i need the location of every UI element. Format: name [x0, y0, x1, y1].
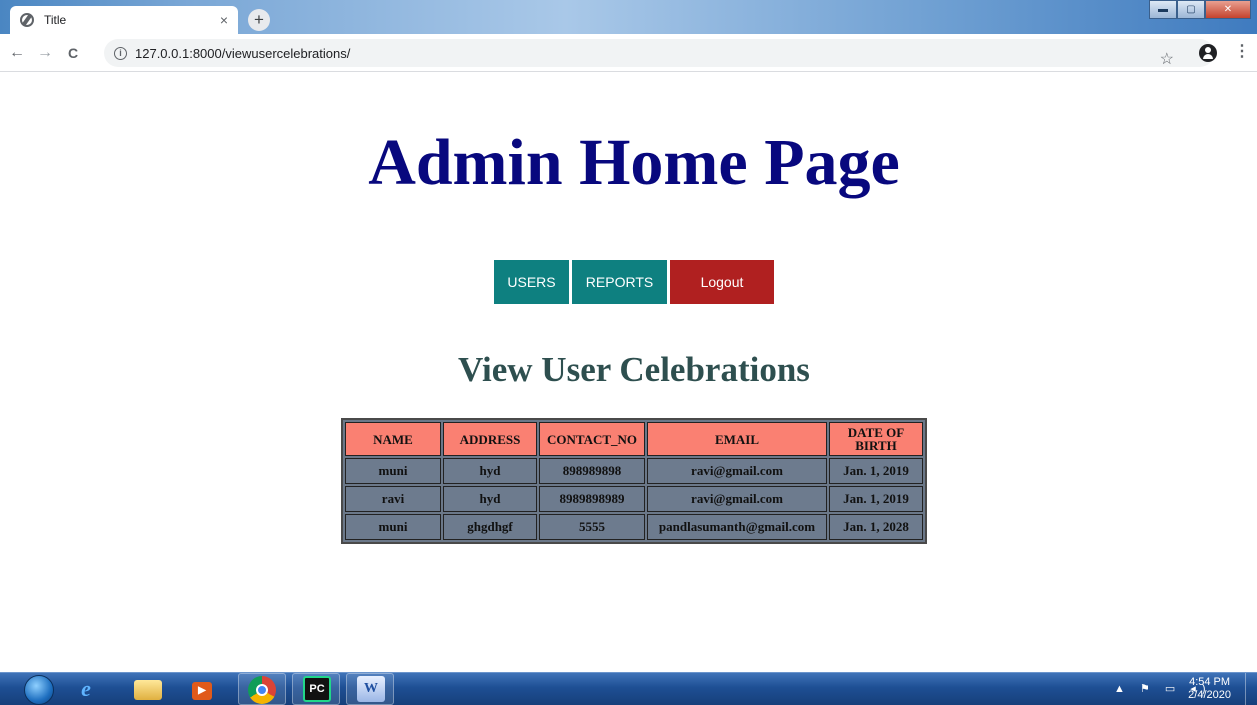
cell-address: hyd [443, 486, 537, 512]
page-title: Admin Home Page [368, 126, 900, 199]
menu-dots-icon[interactable]: ⋮ [1234, 41, 1250, 61]
column-header-contact: CONTACT_NO [539, 422, 645, 456]
browser-tab[interactable]: Title × [10, 6, 238, 34]
cell-contact: 898989898 [539, 458, 645, 484]
cell-dob: Jan. 1, 2019 [829, 458, 923, 484]
back-arrow-icon[interactable]: ← [6, 44, 28, 62]
close-window-button[interactable]: ✕ [1205, 0, 1251, 19]
minimize-button[interactable]: ▬ [1149, 0, 1177, 19]
explorer-icon[interactable] [134, 680, 162, 700]
cell-name: ravi [345, 486, 441, 512]
browser-toolbar: ← → C i 127.0.0.1:8000/viewusercelebrati… [0, 34, 1257, 72]
cell-name: muni [345, 514, 441, 540]
forward-arrow-icon[interactable]: → [34, 44, 56, 62]
taskbar [0, 672, 1257, 705]
chrome-icon [248, 676, 276, 704]
admin-nav: USERS REPORTS Logout [494, 260, 774, 304]
cell-email: pandlasumanth@gmail.com [647, 514, 827, 540]
new-tab-button[interactable]: + [248, 9, 270, 31]
url-text[interactable]: 127.0.0.1:8000/viewusercelebrations/ [135, 46, 350, 61]
show-desktop-button[interactable] [1245, 673, 1257, 705]
column-header-name: NAME [345, 422, 441, 456]
cell-email: ravi@gmail.com [647, 458, 827, 484]
clock[interactable]: 4:54 PM 2/4/2020 [1188, 676, 1231, 702]
cell-name: muni [345, 458, 441, 484]
system-tray: ▲ ⚑ ▭ ◂) 4:54 PM 2/4/2020 [1092, 673, 1257, 705]
column-header-email: EMAIL [647, 422, 827, 456]
celebrations-table: NAME ADDRESS CONTACT_NO EMAIL DATE OF BI… [341, 418, 927, 544]
reload-icon[interactable]: C [62, 45, 84, 61]
close-tab-icon[interactable]: × [220, 12, 228, 28]
table-row: muni ghgdhgf 5555 pandlasumanth@gmail.co… [345, 514, 923, 540]
media-player-icon[interactable]: ▶ [192, 682, 212, 700]
window-controls: ▬ ▢ ✕ [1149, 0, 1251, 20]
users-button[interactable]: USERS [494, 260, 569, 304]
cell-address: ghgdhgf [443, 514, 537, 540]
table-header-row: NAME ADDRESS CONTACT_NO EMAIL DATE OF BI… [345, 422, 923, 456]
pycharm-icon: PC [303, 676, 331, 702]
reports-button[interactable]: REPORTS [572, 260, 667, 304]
start-orb-icon[interactable] [24, 675, 54, 705]
clock-date: 2/4/2020 [1188, 689, 1231, 701]
ie-icon[interactable]: e [72, 676, 100, 702]
cell-dob: Jan. 1, 2028 [829, 514, 923, 540]
cell-email: ravi@gmail.com [647, 486, 827, 512]
cell-address: hyd [443, 458, 537, 484]
globe-icon [20, 13, 34, 27]
cell-contact: 5555 [539, 514, 645, 540]
maximize-button[interactable]: ▢ [1177, 0, 1205, 19]
clock-time: 4:54 PM [1189, 676, 1231, 688]
table-row: muni hyd 898989898 ravi@gmail.com Jan. 1… [345, 458, 923, 484]
logout-button[interactable]: Logout [670, 260, 774, 304]
table-row: ravi hyd 8989898989 ravi@gmail.com Jan. … [345, 486, 923, 512]
browser-titlebar: Title × + ▬ ▢ ✕ [0, 0, 1257, 34]
account-icon[interactable] [1199, 44, 1217, 62]
section-title: View User Celebrations [458, 350, 810, 389]
word-icon: W [357, 676, 385, 702]
info-icon[interactable]: i [114, 46, 127, 60]
address-bar[interactable]: i 127.0.0.1:8000/viewusercelebrations/ ☆ [104, 39, 1214, 69]
star-icon[interactable]: ☆ [1160, 49, 1174, 69]
cell-dob: Jan. 1, 2019 [829, 486, 923, 512]
tab-title: Title [44, 13, 67, 27]
column-header-address: ADDRESS [443, 422, 537, 456]
cell-contact: 8989898989 [539, 486, 645, 512]
column-header-dob: DATE OF BIRTH [829, 422, 923, 456]
